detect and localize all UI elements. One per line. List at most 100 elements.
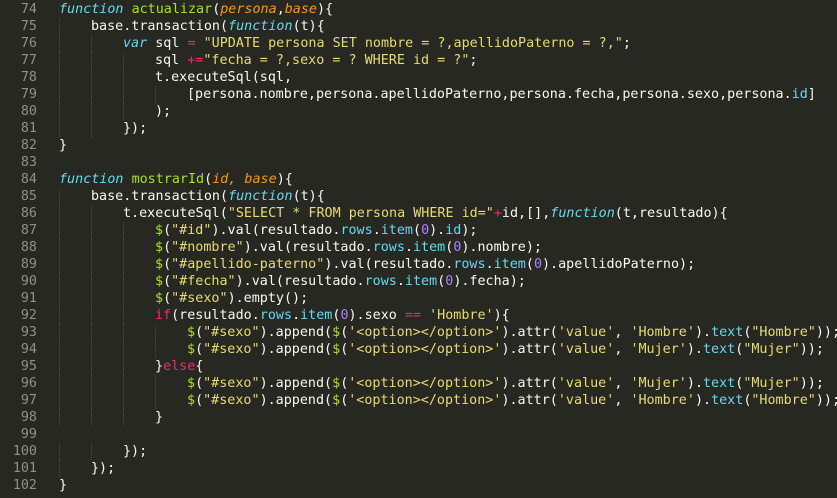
indent-guide [123,324,124,341]
code-line[interactable]: 98} [0,409,837,426]
indent-guide [59,86,60,103]
code-token: ).apellidoPaterno); [542,257,696,272]
code-text: $("#sexo").append($('<option></option>')… [187,392,837,409]
code-text: $("#sexo").append($('<option></option>')… [187,341,824,358]
code-token: [persona.nombre,persona.apellidoPaterno,… [187,87,792,102]
code-line[interactable]: 93 $("#sexo").append($('<option></option>… [0,324,837,341]
code-token: ).fecha); [453,274,526,289]
code-text: base.transaction(function(t){ [91,188,325,205]
code-token: , [614,393,631,408]
code-line[interactable]: 81}); [0,120,837,137]
indent-guide [91,443,92,460]
indent-guide [59,18,60,35]
code-token: id [791,87,808,102]
code-token: ] [807,87,816,102]
code-line[interactable]: 74 function actualizar(persona,base){ [0,1,837,18]
code-text: }); [123,443,147,460]
code-line[interactable]: 77 sql +="fecha = ?,sexo = ? WHERE id = ?… [0,52,837,69]
indent-guide [59,460,60,477]
code-line[interactable]: 84 function mostrarId(id, base){ [0,171,837,188]
code-line[interactable]: 78 t.executeSql(sql, [0,69,837,86]
code-area[interactable]: 74 function actualizar(persona,base){75 ba… [0,1,837,494]
code-text: $("#fecha").val(resultado.rows.item(0).f… [155,273,526,290]
code-text: ); [155,103,171,120]
code-line[interactable]: 94 $("#sexo").append($('<option></option>… [0,341,837,358]
line-number: 84 [20,172,37,187]
code-token: "#sexo" [203,376,260,391]
code-editor[interactable]: 74 function actualizar(persona,base){75 ba… [0,0,837,498]
code-token: . [372,223,381,238]
indent-guide [91,273,92,290]
indent-guide [59,273,60,290]
code-line[interactable]: 83 [0,154,837,171]
code-line[interactable]: 75 base.transaction(function(t){ [0,18,837,35]
code-line[interactable]: 80); [0,103,837,120]
code-token: = [187,36,196,51]
code-line[interactable]: 101}); [0,460,837,477]
code-text: $("#sexo").append($('<option></option>')… [187,324,837,341]
code-token: $ [155,291,164,306]
indent-guide [59,52,60,69]
indent-guide [91,86,92,103]
code-text: } [59,137,67,154]
code-token: text [711,393,744,408]
code-line[interactable]: 99 [0,426,837,443]
code-token: 'Mujer' [630,342,687,357]
code-token: ).val(resultado. [324,257,454,272]
code-line[interactable]: 97 $("#sexo").append($('<option></option>… [0,392,837,409]
indent-guide [123,307,124,324]
code-token: sql [155,53,188,68]
code-line[interactable]: 100}); [0,443,837,460]
code-line[interactable]: 89 $("#apellido-paterno").val(resultado.r… [0,256,837,273]
code-token: (resultado. [171,308,260,323]
code-line[interactable]: 82} [0,137,837,154]
indent-guide [123,392,124,409]
code-token: }); [91,461,116,476]
code-line[interactable]: 76 var sql = "UPDATE persona SET nombre =… [0,35,837,52]
code-token: function [228,189,293,204]
code-token: 0 [533,257,542,272]
code-line[interactable]: 96 $("#sexo").append($('<option></option>… [0,375,837,392]
indent-guide [123,86,124,103]
code-line[interactable]: 79 [persona.nombre,persona.apellidoPatern… [0,86,837,103]
code-token: ( [163,291,172,306]
code-token: 0 [421,223,430,238]
code-line[interactable]: 95}else{ [0,358,837,375]
code-token: ( [163,257,172,272]
line-number: 102 [12,478,37,493]
code-line[interactable]: 102} [0,477,837,494]
code-token: item [404,274,438,289]
line-number: 89 [20,257,37,272]
code-line[interactable]: 90 $("#fecha").val(resultado.rows.item(0)… [0,273,837,290]
code-token: ).val(resultado. [211,223,341,238]
code-line[interactable]: 85 base.transaction(function(t){ [0,188,837,205]
code-token: ( [163,274,172,289]
code-token: rows [372,240,405,255]
code-token: "#id" [171,223,212,238]
code-token: text [703,376,736,391]
indent-guide [155,341,156,358]
code-token: } [59,138,68,153]
code-token: 'value' [557,393,615,408]
indent-guide [91,205,92,222]
code-line[interactable]: 91 $("#sexo").empty(); [0,290,837,307]
code-line[interactable]: 87 $("#id").val(resultado.rows.item(0).id… [0,222,837,239]
code-line[interactable]: 88 $("#nombre").val(resultado.rows.item(0… [0,239,837,256]
indent-guide [91,307,92,324]
code-token: ). [694,393,712,408]
line-number: 99 [20,427,37,442]
code-token: mostrarId [131,172,205,187]
line-number: 93 [20,325,37,340]
code-text: }); [123,120,147,137]
code-text: base.transaction(function(t){ [91,18,325,35]
code-token: 'Hombre' [429,308,494,323]
code-token: } [155,410,164,425]
code-token: ). [686,342,703,357]
code-line[interactable]: 86 t.executeSql("SELECT * FROM persona WH… [0,205,837,222]
indent-guide [59,188,60,205]
code-line[interactable]: 92 if(resultado.rows.item(0).sexo == 'Hom… [0,307,837,324]
code-token: ).append( [259,393,333,408]
code-token: ). [429,223,446,238]
indent-guide [123,341,124,358]
line-number: 92 [20,308,37,323]
